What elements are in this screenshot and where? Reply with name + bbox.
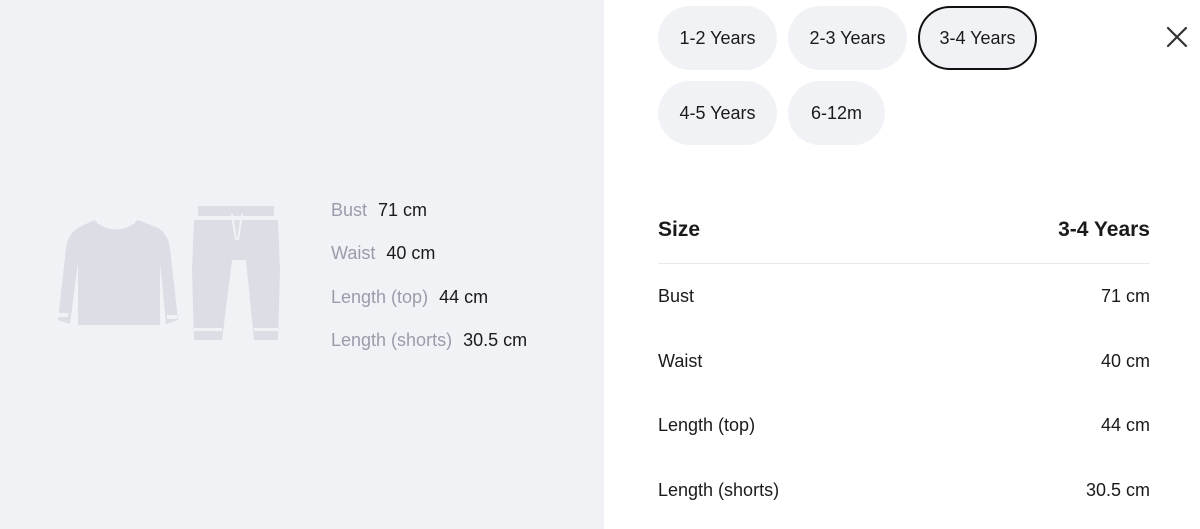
table-row-value: 71 cm [1100,285,1150,306]
table-header-value: 3-4 Years [1058,217,1150,241]
table-header: Size 3-4 Years [658,196,1150,264]
table-header-label: Size [658,217,701,241]
measurements-summary: Bust 71 cm Waist 40 cm Length (top) 44 c… [331,198,527,371]
summary-row-length-shorts: Length (shorts) 30.5 cm [331,328,527,371]
size-option-4-5-years[interactable]: 4-5 Years [658,81,777,145]
summary-label: Length (top) [331,286,429,307]
table-row-label: Length (top) [658,415,756,436]
summary-row-length-top: Length (top) 44 cm [331,285,527,328]
summary-value: 40 cm [386,243,436,264]
clothing-illustration [58,206,280,340]
table-row-label: Length (shorts) [658,479,780,500]
summary-row-waist: Waist 40 cm [331,241,527,284]
table-row: Length (shorts) 30.5 cm [658,458,1150,523]
summary-label: Bust [331,200,368,220]
sweatshirt-icon [58,220,178,325]
table-row-value: 30.5 cm [1085,479,1150,500]
size-guide-panel: 1-2 Years 2-3 Years 3-4 Years 4-5 Years … [604,0,1200,529]
table-row-value: 40 cm [1100,350,1150,371]
size-option-3-4-years[interactable]: 3-4 Years [918,6,1037,70]
table-row-label: Bust [658,285,695,306]
table-row: Length (top) 44 cm [658,393,1150,458]
size-table: Size 3-4 Years Bust 71 cm Waist 40 cm Le… [658,196,1150,523]
size-option-2-3-years[interactable]: 2-3 Years [788,6,907,70]
size-option-6-12m[interactable]: 6-12m [788,81,885,145]
close-icon[interactable] [1164,24,1190,50]
table-row: Bust 71 cm [658,264,1150,329]
size-illustration-panel: Bust 71 cm Waist 40 cm Length (top) 44 c… [0,0,604,529]
table-row-value: 44 cm [1100,415,1150,436]
summary-value: 44 cm [439,286,489,307]
summary-label: Length (shorts) [331,329,453,350]
summary-value: 30.5 cm [463,329,528,350]
jogger-pants-icon [192,206,280,340]
summary-value: 71 cm [378,200,428,220]
table-row-label: Waist [658,350,703,371]
table-row: Waist 40 cm [658,329,1150,394]
summary-row-bust: Bust 71 cm [331,198,527,241]
size-option-1-2-years[interactable]: 1-2 Years [658,6,777,70]
summary-label: Waist [331,243,376,264]
